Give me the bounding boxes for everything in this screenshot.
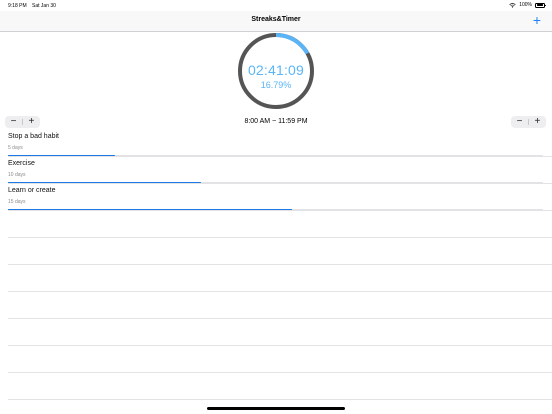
end-time-stepper: − + <box>511 116 546 128</box>
battery-icon <box>535 2 546 8</box>
habit-name: Stop a bad habit <box>8 133 59 140</box>
habit-days: 10 days <box>8 172 26 178</box>
empty-list-row <box>8 238 552 265</box>
wifi-icon <box>509 2 516 8</box>
status-left: 9:18 PM Sat Jan 30 <box>8 3 60 9</box>
empty-list-row <box>8 265 552 292</box>
habit-progress-fill <box>8 208 292 210</box>
status-time: 9:18 PM <box>8 3 27 9</box>
habit-progress-track <box>8 208 543 210</box>
end-time-decrease-button[interactable]: − <box>511 116 528 128</box>
status-right: 100% <box>509 2 546 8</box>
time-range-label: 8:00 AM ~ 11:59 PM <box>244 118 308 125</box>
battery-percent: 100% <box>519 2 532 8</box>
habit-days: 5 days <box>8 145 23 151</box>
status-bar: 9:18 PM Sat Jan 30 100% <box>0 0 552 11</box>
habit-days: 15 days <box>8 199 26 205</box>
home-indicator <box>207 407 345 410</box>
habit-name: Learn or create <box>8 187 56 194</box>
timer-time: 02:41:09 <box>247 62 305 78</box>
empty-list-row <box>8 319 552 346</box>
end-time-increase-button[interactable]: + <box>529 116 546 128</box>
habit-progress-track <box>8 154 543 156</box>
habit-row-stop-bad-habit[interactable]: Stop a bad habit 5 days <box>8 130 552 157</box>
empty-list-row <box>8 292 552 319</box>
empty-list-row <box>8 346 552 373</box>
habit-row-learn-or-create[interactable]: Learn or create 15 days <box>8 184 552 211</box>
navigation-bar: Streaks&Timer + <box>0 11 552 32</box>
empty-list-row <box>8 373 552 400</box>
habit-progress-track <box>8 181 543 183</box>
habit-list: Stop a bad habit 5 days Exercise 10 days… <box>0 130 552 400</box>
habit-name: Exercise <box>8 160 35 167</box>
add-habit-button[interactable]: + <box>529 12 545 28</box>
empty-list-row <box>8 211 552 238</box>
habit-row-exercise[interactable]: Exercise 10 days <box>8 157 552 184</box>
habit-progress-fill <box>8 154 115 156</box>
timer-percent: 16.79% <box>260 80 292 90</box>
habit-progress-fill <box>8 181 201 183</box>
status-date: Sat Jan 30 <box>32 3 56 9</box>
page-title: Streaks&Timer <box>251 16 301 23</box>
